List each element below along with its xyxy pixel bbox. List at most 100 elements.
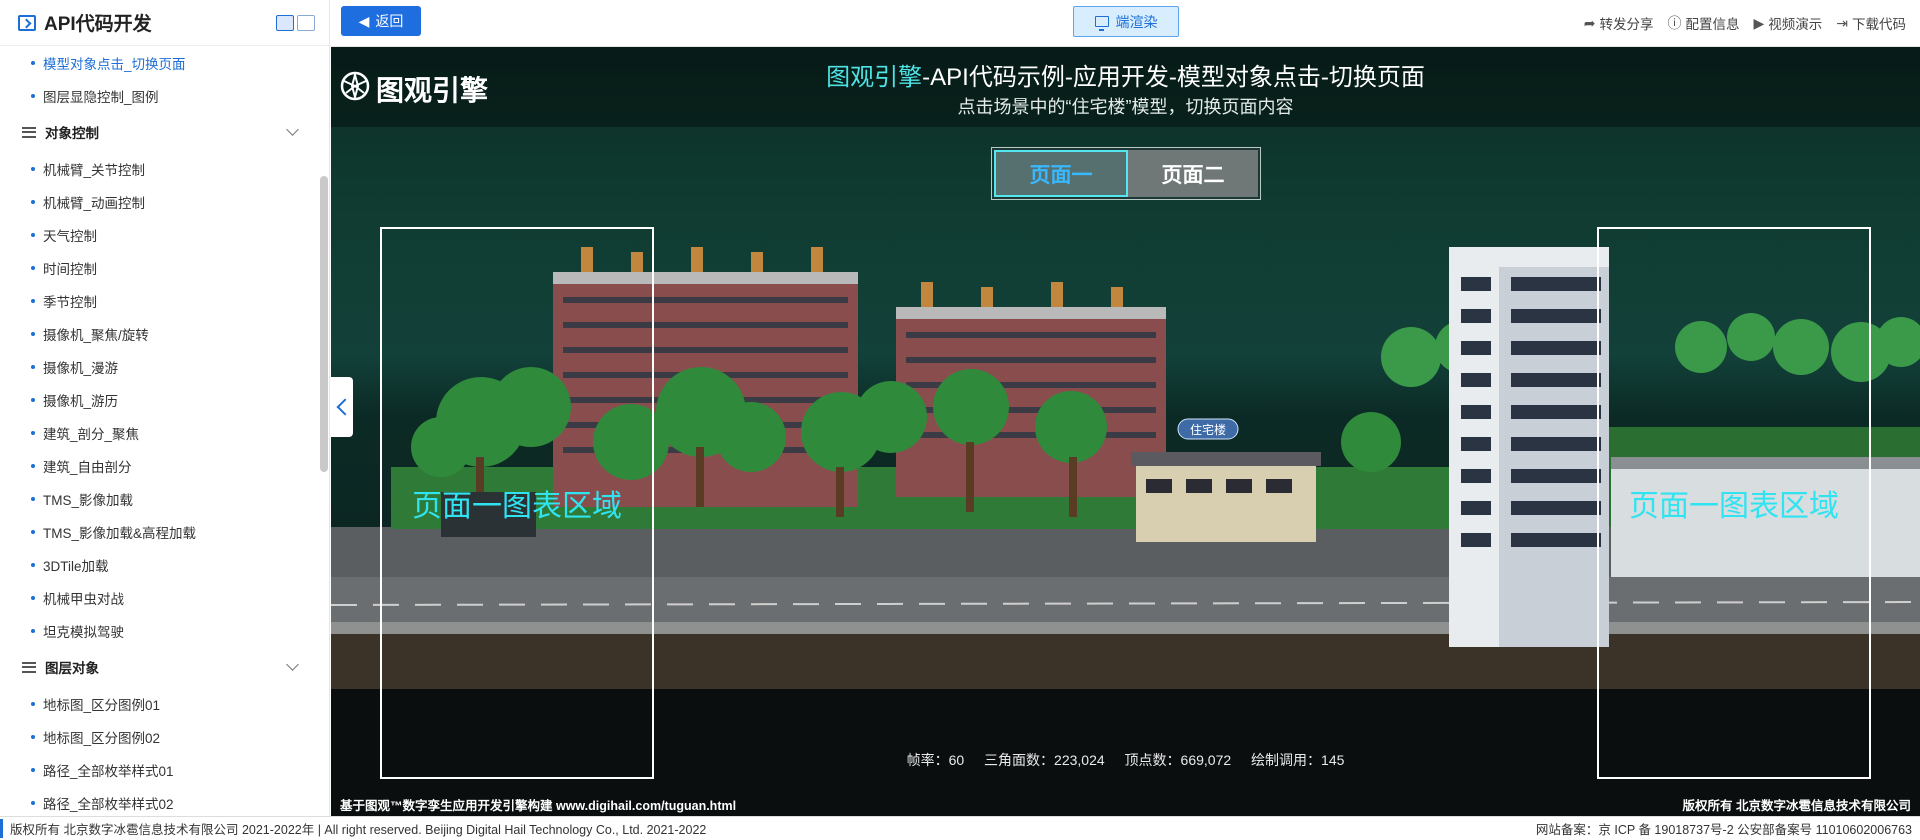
bullet-icon xyxy=(31,734,35,739)
sidebar-item-label: 路径_全部枚举样式01 xyxy=(43,763,174,779)
bullet-icon xyxy=(31,397,35,402)
bullet-icon xyxy=(31,166,35,171)
sidebar-item[interactable]: 机械甲虫对战 xyxy=(0,581,319,614)
tab-page-two[interactable]: 页面二 xyxy=(1128,150,1258,197)
sidebar-item[interactable]: 时间控制 xyxy=(0,251,319,284)
sidebar-item-label: TMS_影像加载 xyxy=(43,492,134,508)
bullet-icon xyxy=(31,529,35,534)
sidebar-item-label: 机械臂_关节控制 xyxy=(43,162,146,178)
group-label: 图层对象 xyxy=(45,661,99,676)
sidebar-item[interactable]: 机械臂_动画控制 xyxy=(0,185,319,218)
terminal-icon xyxy=(18,14,36,31)
sidebar-item-label: 摄像机_游历 xyxy=(43,393,119,409)
building-tag-label: 住宅楼 xyxy=(1190,422,1226,437)
bullet-icon xyxy=(31,60,35,65)
info-icon: ⓘ xyxy=(1667,15,1682,31)
sidebar-item[interactable]: 季节控制 xyxy=(0,284,319,317)
sidebar-item[interactable]: 机械臂_关节控制 xyxy=(0,152,319,185)
sidebar-item-label: 坦克模拟驾驶 xyxy=(43,624,124,640)
share-button[interactable]: ➦ 转发分享 xyxy=(1584,13,1654,33)
bullet-icon xyxy=(31,463,35,468)
bullet-icon xyxy=(31,232,35,237)
bullet-icon xyxy=(31,430,35,435)
sidebar-item-label: 季节控制 xyxy=(43,294,97,310)
download-code-button[interactable]: ⇥ 下载代码 xyxy=(1836,13,1906,33)
chart-area-right: 页面一图表区域 xyxy=(1597,227,1871,779)
sidebar-item-label: TMS_影像加载&高程加载 xyxy=(43,525,197,541)
sidebar-item[interactable]: 地标图_区分图例02 xyxy=(0,720,319,753)
sidebar-item[interactable]: 3DTile加载 xyxy=(0,548,319,581)
back-button[interactable]: ◀ 返回 xyxy=(341,6,421,36)
sidebar-item-layer-visibility-legend[interactable]: 图层显隐控制_图例 xyxy=(0,79,319,112)
sidebar-item-label: 模型对象点击_切换页面 xyxy=(43,56,186,72)
render-mode-button[interactable]: 端渲染 xyxy=(1073,6,1179,37)
scene-viewport[interactable]: 住宅楼 图观引擎 图观引擎-API代码示例-应用开发-模型对象点击-切换页面 点… xyxy=(331,47,1920,816)
sidebar-item[interactable]: 路径_全部枚举样式02 xyxy=(0,786,319,816)
sidebar-group-object-control[interactable]: 对象控制 xyxy=(0,112,319,152)
bullet-icon xyxy=(31,265,35,270)
sidebar-item[interactable]: 建筑_自由剖分 xyxy=(0,449,319,482)
scene-title: 图观引擎-API代码示例-应用开发-模型对象点击-切换页面 xyxy=(331,57,1920,92)
sidebar-item[interactable]: TMS_影像加载&高程加载 xyxy=(0,515,319,548)
sidebar-item[interactable]: 地标图_区分图例01 xyxy=(0,687,319,720)
top-toolbar: ◀ 返回 端渲染 ➦ 转发分享 ⓘ 配置信息 ▶ 视频演示 ⇥ 下载代码 xyxy=(331,0,1920,47)
sidebar-item[interactable]: 摄像机_游历 xyxy=(0,383,319,416)
sidebar-group-layer-objects[interactable]: 图层对象 xyxy=(0,647,319,687)
stat-vertices: 顶点数：669,072 xyxy=(1124,752,1232,768)
bullet-icon xyxy=(31,767,35,772)
bullet-icon xyxy=(31,331,35,336)
top-actions: ➦ 转发分享 ⓘ 配置信息 ▶ 视频演示 ⇥ 下载代码 xyxy=(1584,0,1906,46)
sidebar-item[interactable]: 路径_全部枚举样式01 xyxy=(0,753,319,786)
footer-copyright: 版权所有 北京数字冰雹信息技术有限公司 2021-2022年 | All rig… xyxy=(0,819,1536,838)
sidebar-item-label: 地标图_区分图例02 xyxy=(43,730,161,746)
sidebar-item[interactable]: 坦克模拟驾驶 xyxy=(0,614,319,647)
sidebar-item-label: 摄像机_聚焦/旋转 xyxy=(43,327,149,343)
sidebar-item-label: 图层显隐控制_图例 xyxy=(43,89,159,105)
sidebar-item-label: 摄像机_漫游 xyxy=(43,360,119,376)
sidebar-item-label: 建筑_自由剖分 xyxy=(43,459,132,475)
sidebar-item[interactable]: 摄像机_聚焦/旋转 xyxy=(0,317,319,350)
render-mode-label: 端渲染 xyxy=(1115,13,1158,30)
back-button-label: 返回 xyxy=(375,13,404,29)
video-demo-button[interactable]: ▶ 视频演示 xyxy=(1753,13,1822,33)
bullet-icon xyxy=(31,496,35,501)
image-view-icon[interactable] xyxy=(297,14,315,31)
chevron-down-icon[interactable] xyxy=(286,123,299,136)
bullet-icon xyxy=(31,701,35,706)
back-arrow-icon: ◀ xyxy=(358,12,370,29)
sidebar-collapse-button[interactable] xyxy=(331,377,353,437)
stat-triangles: 三角面数：223,024 xyxy=(984,752,1105,768)
stat-fps: 帧率：60 xyxy=(906,752,965,768)
sidebar-item-label: 机械臂_动画控制 xyxy=(43,195,146,211)
sidebar-header: API代码开发 xyxy=(0,0,329,46)
scene-title-rest: -API代码示例-应用开发-模型对象点击-切换页面 xyxy=(922,64,1425,91)
scene-footer-left: 基于图观™数字孪生应用开发引擎构建 www.digihail.com/tugua… xyxy=(340,799,737,813)
sidebar-title: API代码开发 xyxy=(44,14,152,35)
sidebar-item-label: 3DTile加载 xyxy=(43,558,109,574)
bullet-icon xyxy=(31,628,35,633)
tab-page-one[interactable]: 页面一 xyxy=(994,150,1128,197)
page-tabs: 页面一 页面二 xyxy=(991,147,1261,200)
config-info-button[interactable]: ⓘ 配置信息 xyxy=(1667,13,1739,33)
sidebar-item[interactable]: 建筑_剖分_聚焦 xyxy=(0,416,319,449)
chevron-down-icon[interactable] xyxy=(286,658,299,671)
sidebar-item-model-click-switch-page[interactable]: 模型对象点击_切换页面 xyxy=(0,46,319,79)
sidebar-item-label: 建筑_剖分_聚焦 xyxy=(43,426,140,442)
sidebar-item[interactable]: 摄像机_漫游 xyxy=(0,350,319,383)
sidebar-item-label: 时间控制 xyxy=(43,261,97,277)
sidebar-item-label: 地标图_区分图例01 xyxy=(43,697,161,713)
bullet-icon xyxy=(31,364,35,369)
chevron-left-icon xyxy=(336,398,353,416)
sidebar-item[interactable]: TMS_影像加载 xyxy=(0,482,319,515)
sidebar-item[interactable]: 天气控制 xyxy=(0,218,319,251)
sidebar-list: 模型对象点击_切换页面 图层显隐控制_图例 对象控制 机械臂_关节控制 机械臂_动… xyxy=(0,46,319,816)
scene-subtitle: 点击场景中的“住宅楼”模型，切换页面内容 xyxy=(957,97,1294,117)
render-stats: 帧率：60 三角面数：223,024 顶点数：669,072 绘制调用：145 xyxy=(331,750,1920,770)
bullet-icon xyxy=(31,93,35,98)
grid-view-icon[interactable] xyxy=(276,14,294,31)
bullet-icon xyxy=(31,199,35,204)
footer-icp: 网站备案：京 ICP 备 19018737号-2 公安部备案号 11010602… xyxy=(1535,823,1912,837)
scene-footer-right: 版权所有 北京数字冰雹信息技术有限公司 xyxy=(1682,799,1911,813)
bullet-icon xyxy=(31,800,35,805)
sidebar-scrollbar[interactable] xyxy=(320,176,328,472)
